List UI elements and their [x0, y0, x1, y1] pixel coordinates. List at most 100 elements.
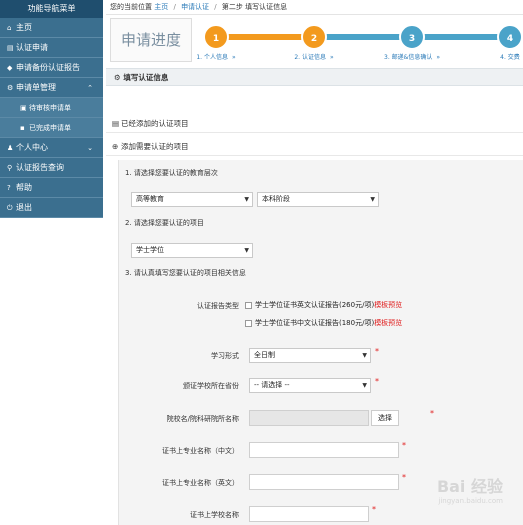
school-name-input	[249, 410, 369, 426]
step-connector	[314, 34, 412, 40]
sidebar-item[interactable]: ⚲ 认证报告查询	[0, 158, 103, 178]
home-icon: ⌂	[7, 24, 12, 32]
added-items-row[interactable]: ▤ 已经添加的认证项目	[106, 115, 523, 133]
list-icon: ▤	[112, 119, 120, 128]
step-label-text: 4. 交费	[500, 54, 520, 61]
study-form-label: 学习形式	[211, 352, 239, 360]
sidebar: 功能导航菜单 ⌂ 主页 ▤ 认证申请 ◆ 申请备份认证报告 ⚙ 申请单管理 ⌃ ▣ 待审核申请单 ▪ 已…	[0, 0, 103, 525]
province-select[interactable]: -- 请选择 -- ▼	[249, 378, 371, 393]
breadcrumb-parent-link[interactable]: 申请认证	[181, 3, 209, 11]
report-en-preview-link[interactable]: 模板预览	[374, 301, 402, 309]
main-content: 您的当前位置 主页 / 申请认证 / 第二步 填写认证信息 申请进度 1 1. 个…	[106, 0, 523, 525]
major-zh-label: 证书上专业名称（中文）	[162, 447, 239, 455]
sidebar-item[interactable]: ▤ 认证申请	[0, 38, 103, 58]
study-form-select[interactable]: 全日制 ▼	[249, 348, 371, 363]
help-icon: ?	[7, 184, 11, 192]
cart-icon: ▣	[20, 104, 27, 112]
report-en-option: 学士学位证书英文认证报告(260元/项)模板预览	[255, 300, 402, 310]
step-arrow-icon: »	[231, 54, 236, 61]
sidebar-item[interactable]: ⏻ 退出	[0, 198, 103, 218]
major-zh-input[interactable]	[249, 442, 399, 458]
major-en-label: 证书上专业名称（英文）	[162, 479, 239, 487]
watermark-logo: Bai 经验 jingyan.baidu.com	[437, 473, 503, 505]
study-form-value: 全日制	[254, 351, 275, 359]
chevron-icon: ⌃	[87, 84, 93, 92]
report-en-checkbox[interactable]	[245, 302, 252, 309]
step-label-text: 1. 个人信息	[196, 54, 228, 61]
dropdown-arrow-icon: ▼	[244, 247, 249, 254]
sidebar-item-label: 帮助	[16, 183, 32, 192]
sidebar-item-label: 主页	[16, 23, 32, 32]
sidebar-item[interactable]: ▪ 已完成申请单	[0, 118, 103, 138]
tag-icon: ◆	[7, 64, 13, 72]
sidebar-item-label: 认证申请	[16, 43, 48, 52]
step-circle: 4	[497, 24, 523, 50]
step-label-text: 3. 邮递&信息确认	[384, 54, 433, 61]
question-1-label: 1. 请选择您要认证的教育层次	[125, 169, 218, 177]
sidebar-header: 功能导航菜单	[0, 0, 103, 18]
sidebar-item[interactable]: ♟ 个人中心 ⌄	[0, 138, 103, 158]
education-level-select[interactable]: 高等教育 ▼	[131, 192, 253, 207]
user-icon: ♟	[7, 144, 14, 152]
search-icon: ⚲	[7, 164, 13, 172]
province-value: -- 请选择 --	[254, 381, 290, 389]
sidebar-item-label: 待审核申请单	[29, 104, 71, 112]
sidebar-item[interactable]: ◆ 申请备份认证报告	[0, 58, 103, 78]
sidebar-item-label: 认证报告查询	[16, 163, 64, 172]
dropdown-arrow-icon: ▼	[370, 196, 375, 203]
breadcrumb-current: 第二步 填写认证信息	[221, 3, 288, 11]
form-panel: 1. 请选择您要认证的教育层次 高等教育 ▼ 本科阶段 ▼ 2. 请选择您要认证的项…	[118, 160, 523, 525]
report-zh-option: 学士学位证书中文认证报告(180元/项)模板预览	[255, 318, 402, 328]
chevron-icon: ⌄	[87, 144, 93, 152]
add-new-item-row[interactable]: ⊕ 添加需要认证的项目	[106, 138, 523, 156]
breadcrumb-home-link[interactable]: 主页	[154, 3, 168, 11]
watermark-brand: Bai 经验	[436, 477, 503, 496]
add-new-item-label: 添加需要认证的项目	[121, 142, 189, 151]
report-zh-preview-link[interactable]: 模板预览	[374, 319, 402, 327]
sidebar-item[interactable]: ▣ 待审核申请单	[0, 98, 103, 118]
report-zh-checkbox[interactable]	[245, 320, 252, 327]
required-mark: *	[372, 505, 376, 514]
step-connector	[412, 34, 510, 40]
plus-circle-icon: ⊕	[112, 142, 119, 151]
project-select[interactable]: 学士学位 ▼	[131, 243, 253, 258]
briefcase-icon: ▪	[20, 124, 25, 132]
progress-title: 申请进度	[110, 18, 192, 62]
step-label: 1. 个人信息»	[196, 52, 235, 61]
gear-icon: ⚙	[114, 73, 124, 82]
question-3-label: 3. 请认真填写您要认证的项目相关信息	[125, 269, 246, 277]
progress-steps: 申请进度 1 1. 个人信息» 2 2. 认证信息» 3 3. 邮递&信息确认» 4 4. 交…	[106, 15, 523, 65]
required-mark: *	[402, 473, 406, 482]
report-en-label: 学士学位证书英文认证报告(260元/项)	[255, 301, 375, 309]
choose-school-button[interactable]: 选择	[371, 410, 399, 426]
step-label: 2. 认证信息»	[294, 52, 333, 61]
step-circle: 1	[203, 24, 229, 50]
education-stage-select[interactable]: 本科阶段 ▼	[257, 192, 379, 207]
sidebar-item[interactable]: ⌂ 主页	[0, 18, 103, 38]
report-zh-label: 学士学位证书中文认证报告(180元/项)	[255, 319, 375, 327]
logout-icon: ⏻	[7, 204, 13, 212]
cert-school-input[interactable]	[249, 506, 369, 522]
step-label: 4. 交费	[500, 52, 520, 61]
required-mark: *	[402, 441, 406, 450]
sidebar-item[interactable]: ? 帮助	[0, 178, 103, 198]
steps-track: 1 1. 个人信息» 2 2. 认证信息» 3 3. 邮递&信息确认» 4 4. 交费	[192, 15, 523, 65]
added-items-label: 已经添加的认证项目	[121, 119, 189, 128]
major-en-input[interactable]	[249, 474, 399, 490]
project-value: 学士学位	[136, 246, 164, 254]
cert-school-label: 证书上学校名称	[190, 511, 239, 519]
sidebar-item-label: 申请单管理	[16, 83, 56, 92]
step-label-text: 2. 认证信息	[294, 54, 326, 61]
sidebar-item[interactable]: ⚙ 申请单管理 ⌃	[0, 78, 103, 98]
required-mark: *	[375, 377, 379, 386]
watermark-url: jingyan.baidu.com	[438, 497, 503, 505]
breadcrumb-separator: /	[214, 3, 217, 11]
required-mark: *	[375, 347, 379, 356]
breadcrumb-prefix: 您的当前位置	[110, 3, 152, 11]
step-arrow-icon: »	[329, 54, 334, 61]
required-mark: *	[430, 409, 434, 418]
section-header: ⚙ 填写认证信息	[106, 68, 523, 86]
question-2-label: 2. 请选择您要认证的项目	[125, 219, 204, 227]
step-label: 3. 邮递&信息确认»	[384, 52, 440, 61]
sidebar-item-label: 退出	[16, 203, 32, 212]
